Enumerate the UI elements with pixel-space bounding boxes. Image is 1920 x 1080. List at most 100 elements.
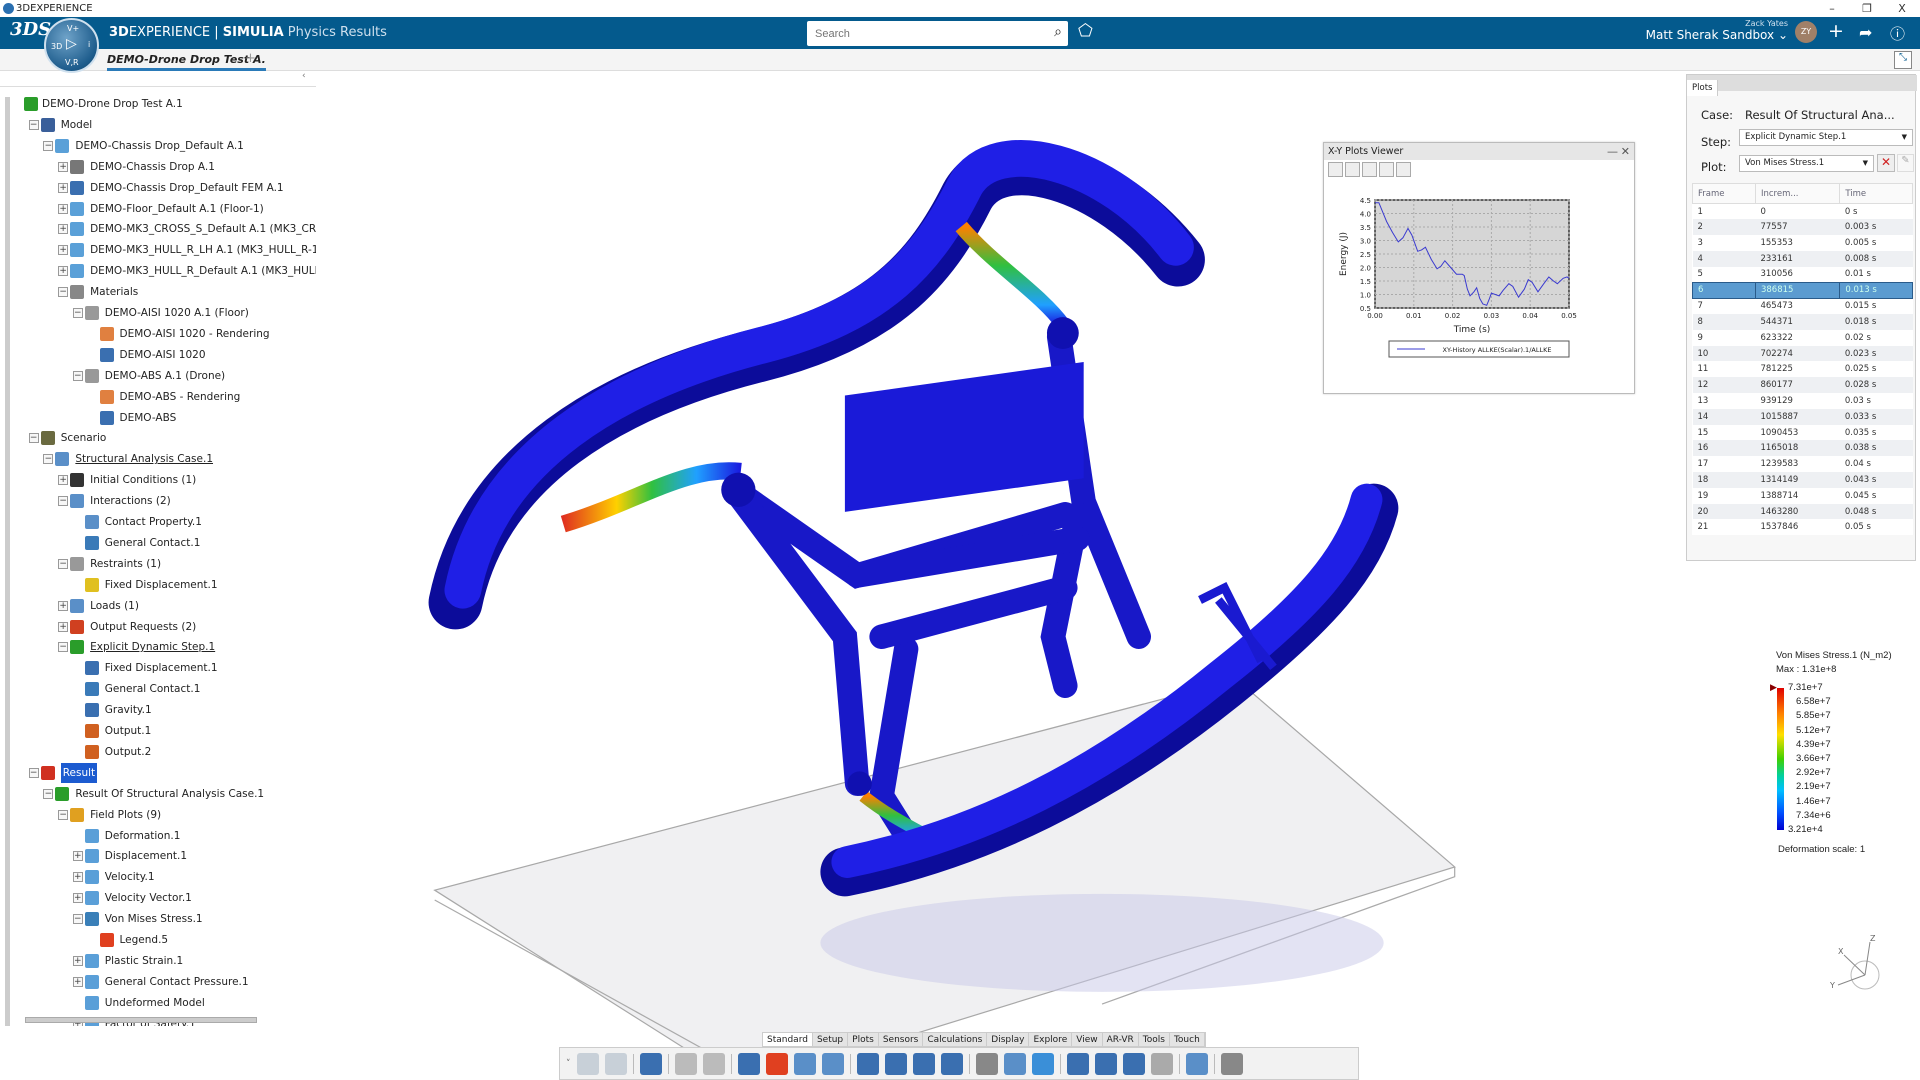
frame-row[interactable]: 12 860177 0.028 s — [1692, 377, 1913, 394]
tab-explore[interactable]: Explore — [1029, 1033, 1073, 1046]
search-zoom-icon[interactable] — [940, 1052, 963, 1075]
y-tick-label: 4.5 — [1360, 197, 1371, 205]
fit-icon[interactable] — [1345, 162, 1360, 177]
frame-row[interactable]: 10 702274 0.023 s — [1692, 345, 1913, 362]
paste-icon[interactable] — [604, 1052, 627, 1075]
view-mode-icon[interactable] — [1003, 1052, 1026, 1075]
x-tick-label: 0.05 — [1561, 312, 1577, 320]
frame-cell: 0.043 s — [1839, 472, 1913, 488]
animation-icon[interactable] — [793, 1052, 816, 1075]
import-icon[interactable] — [737, 1052, 760, 1075]
rotate-icon[interactable] — [912, 1052, 935, 1075]
frame-cell: 5 — [1697, 269, 1703, 280]
part-icon[interactable] — [674, 1052, 697, 1075]
tab-standard[interactable]: Standard — [763, 1033, 813, 1046]
frame-row[interactable]: 20 1463280 0.048 s — [1692, 503, 1913, 520]
frame-cell: 1239583 — [1760, 459, 1799, 470]
copy-icon[interactable] — [576, 1052, 599, 1075]
result-plot-icon[interactable] — [765, 1052, 788, 1075]
tab-setup[interactable]: Setup — [813, 1033, 849, 1046]
tab-tools[interactable]: Tools — [1139, 1033, 1170, 1046]
frame-row[interactable]: 11 781225 0.025 s — [1693, 361, 1913, 377]
frame-row[interactable]: 3 155353 0.005 s — [1693, 235, 1913, 251]
frame-cell: 0.018 s — [1839, 314, 1913, 330]
zoom-icon[interactable] — [856, 1052, 879, 1075]
clear-icon[interactable] — [1379, 162, 1394, 177]
view-cube-icon[interactable] — [1031, 1052, 1054, 1075]
database-gear-icon[interactable] — [1066, 1052, 1089, 1075]
frame-row[interactable]: 2 77557 0.003 s — [1692, 219, 1913, 236]
results-gear-icon[interactable] — [1094, 1052, 1117, 1075]
legend-tick: 6.58e+7 — [1796, 696, 1831, 708]
frame-cell: 0.05 s — [1844, 522, 1871, 533]
undo-icon[interactable] — [639, 1052, 662, 1075]
tab-touch[interactable]: Touch — [1170, 1033, 1205, 1046]
frame-row[interactable]: 4 233161 0.008 s — [1692, 250, 1913, 267]
stressed-arm-left — [560, 462, 742, 533]
xy-plots-viewer: X-Y Plots Viewer — ✕ 0.00 0.01 0.02 0.03 0.0… — [1323, 142, 1635, 394]
frame-row[interactable]: 18 1314149 0.043 s — [1692, 472, 1913, 488]
legend-tick: 3.21e+4 — [1788, 824, 1823, 835]
frame-row[interactable]: 6 386815 0.013 s — [1692, 281, 1913, 299]
column-header[interactable]: Frame — [1692, 183, 1756, 204]
frame-row[interactable]: 8 544371 0.018 s — [1692, 314, 1913, 330]
frame-row[interactable]: 21 1537846 0.05 s — [1693, 519, 1913, 535]
tab-plots[interactable]: Plots — [1687, 80, 1719, 96]
select-icon[interactable] — [1185, 1052, 1208, 1075]
table-icon[interactable] — [821, 1052, 844, 1075]
frame-row[interactable]: 19 1388714 0.045 s — [1693, 488, 1913, 504]
xy-viewer-titlebar[interactable]: X-Y Plots Viewer — ✕ — [1324, 143, 1634, 160]
axis-triad-icon[interactable]: Z Y X — [1820, 930, 1900, 1010]
query-gear-icon[interactable] — [1122, 1052, 1145, 1075]
frame-row[interactable]: 14 1015887 0.033 s — [1692, 408, 1913, 425]
expand-toolbar-icon[interactable]: ˅ — [566, 1059, 571, 1069]
tab-calculations[interactable]: Calculations — [923, 1033, 988, 1046]
frame-row[interactable]: 17 1239583 0.04 s — [1693, 456, 1913, 472]
step-dropdown[interactable]: Explicit Dynamic Step.1 ▼ — [1739, 129, 1913, 146]
tab-view[interactable]: View — [1072, 1033, 1103, 1046]
mesh-icon[interactable] — [1150, 1052, 1173, 1075]
y-tick-label: 3.0 — [1360, 238, 1371, 246]
y-tick-label: 1.5 — [1360, 278, 1371, 286]
list-icon[interactable] — [1328, 162, 1343, 177]
axis-icon[interactable] — [1362, 162, 1377, 177]
frame-cell: 0.028 s — [1839, 377, 1913, 394]
tab-plots[interactable]: Plots — [848, 1033, 879, 1046]
legend-tick: 4.39e+7 — [1796, 738, 1831, 750]
frame-row[interactable]: 7 465473 0.015 s — [1693, 298, 1913, 314]
frame-row[interactable]: 5 310056 0.01 s — [1693, 267, 1913, 283]
plot-dropdown[interactable]: Von Mises Stress.1 ▼ — [1739, 155, 1874, 172]
frame-cell: 623322 — [1760, 332, 1793, 343]
shape-icon[interactable] — [702, 1052, 725, 1075]
stress-legend[interactable]: Von Mises Stress.1 (N_m2) Max : 1.31e+8 … — [1770, 650, 1916, 860]
frame-cell: 0.04 s — [1844, 459, 1871, 470]
deformation-scale: Deformation scale: 1 — [1778, 844, 1866, 855]
toolbar-divider — [1178, 1053, 1180, 1074]
plot-options-icon[interactable]: ✕ — [1877, 154, 1895, 172]
svg-text:Z: Z — [1870, 934, 1876, 943]
tab-display[interactable]: Display — [987, 1033, 1030, 1046]
multi-select-icon[interactable] — [1220, 1052, 1243, 1075]
frame-row[interactable]: 13 939129 0.03 s — [1693, 393, 1913, 409]
back-icon[interactable] — [1396, 162, 1411, 177]
column-header[interactable]: Increm... — [1754, 183, 1841, 204]
tab-sensors[interactable]: Sensors — [879, 1033, 924, 1046]
frame-row[interactable]: 1 0 0 s — [1693, 204, 1913, 220]
frame-row[interactable]: 15 1090453 0.035 s — [1693, 425, 1913, 441]
frame-cell: 1388714 — [1760, 490, 1799, 501]
frame-cell: 155353 — [1760, 237, 1793, 248]
drone-center-body[interactable] — [844, 361, 1084, 512]
xy-chart[interactable]: 0.00 0.01 0.02 0.03 0.04 0.05 0.5 1.0 1.5 2.0 2.5 3… — [1324, 180, 1634, 392]
compass-widget[interactable]: V+ 3D ▷ i V,R — [44, 18, 99, 73]
frame-row[interactable]: 9 623322 0.02 s — [1693, 330, 1913, 346]
frame-cell: 0.03 s — [1844, 395, 1871, 406]
frame-row[interactable]: 16 1165018 0.038 s — [1692, 440, 1913, 457]
pan-icon[interactable] — [884, 1052, 907, 1075]
tab-ar-vr[interactable]: AR-VR — [1103, 1033, 1139, 1046]
camera-icon[interactable] — [975, 1052, 998, 1075]
toolbar-divider — [730, 1053, 732, 1074]
minimize-icon[interactable]: — — [1607, 143, 1618, 160]
column-header[interactable]: Time — [1839, 183, 1913, 204]
close-icon[interactable]: ✕ — [1621, 143, 1630, 160]
edit-icon[interactable]: ✎ — [1897, 154, 1914, 172]
